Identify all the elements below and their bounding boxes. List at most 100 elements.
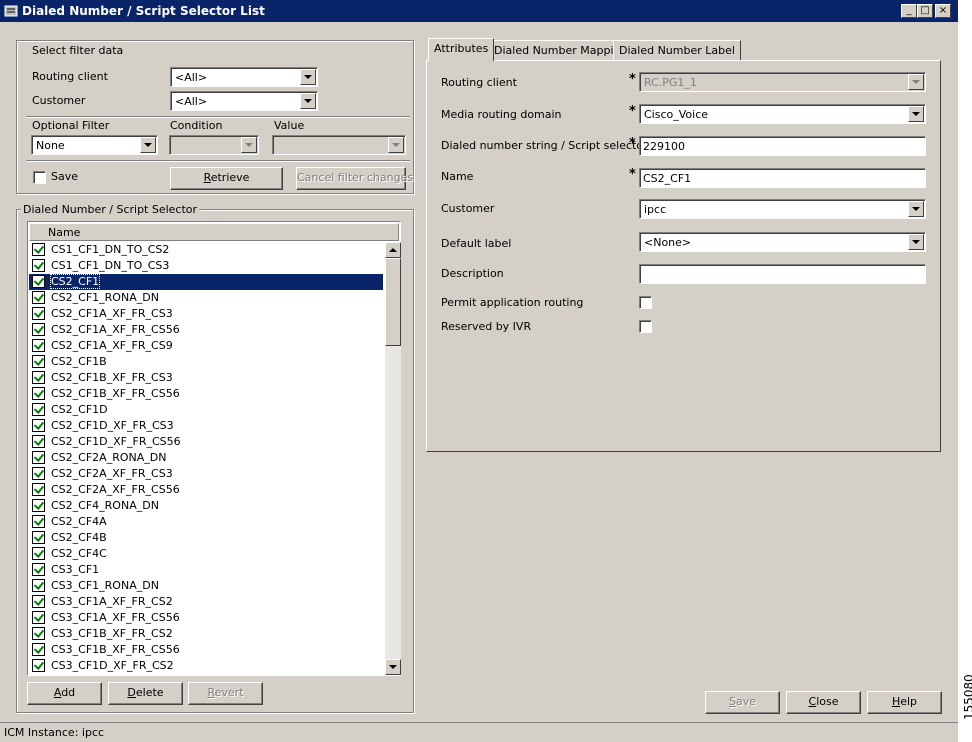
list-item[interactable]: CS2_CF4A: [29, 514, 383, 530]
required-marker: *: [629, 136, 636, 151]
tab-attributes[interactable]: Attributes: [428, 38, 495, 61]
filter-routing-client-select[interactable]: <All>: [170, 67, 318, 87]
close-window-button[interactable]: ×: [935, 4, 951, 18]
list-item-name: CS2_CF2A_XF_FR_CS3: [51, 467, 173, 480]
retrieve-button[interactable]: Retrieve: [170, 167, 283, 190]
list-item[interactable]: CS2_CF1: [29, 274, 383, 290]
list-item-name: CS2_CF1A_XF_FR_CS56: [51, 323, 180, 336]
attr-reserved-ivr-checkbox[interactable]: [639, 320, 652, 333]
attr-default-label-value: <None>: [644, 236, 692, 249]
list-item[interactable]: CS2_CF1A_XF_FR_CS9: [29, 338, 383, 354]
attr-default-label-select[interactable]: <None>: [639, 232, 926, 252]
attr-permit-routing-label: Permit application routing: [441, 296, 584, 309]
attr-dialed-number-value: 229100: [643, 140, 685, 153]
help-button[interactable]: Help: [867, 691, 942, 714]
chevron-down-icon[interactable]: [908, 201, 924, 217]
checkmark-icon: [32, 515, 45, 528]
checkmark-icon: [32, 579, 45, 592]
scroll-thumb[interactable]: [385, 258, 401, 346]
checkmark-icon: [32, 419, 45, 432]
tab-attributes-label: Attributes: [434, 42, 489, 55]
list-item[interactable]: CS3_CF1A_XF_FR_CS56: [29, 610, 383, 626]
minimize-button[interactable]: _: [901, 4, 917, 18]
list-item[interactable]: CS2_CF1D_XF_FR_CS3: [29, 418, 383, 434]
list-item[interactable]: CS2_CF2A_XF_FR_CS56: [29, 482, 383, 498]
attr-permit-routing-checkbox[interactable]: [639, 296, 652, 309]
attr-description-input[interactable]: [639, 264, 926, 284]
filter-routing-client-label: Routing client: [32, 70, 108, 83]
list-item[interactable]: CS3_CF1_RONA_DN: [29, 578, 383, 594]
list-item[interactable]: CS3_CF1B_XF_FR_CS2: [29, 626, 383, 642]
revert-button[interactable]: Revert: [188, 682, 263, 705]
checkmark-icon: [32, 307, 45, 320]
list-item-name: CS2_CF1B: [51, 355, 107, 368]
list-item[interactable]: CS2_CF1A_XF_FR_CS3: [29, 306, 383, 322]
attr-customer-select[interactable]: ipcc: [639, 199, 926, 219]
save-filter-checkbox[interactable]: [33, 171, 46, 184]
tab-dialed-number-mapping[interactable]: Dialed Number Mapping: [488, 40, 634, 60]
tab-dialed-number-label[interactable]: Dialed Number Label: [613, 40, 741, 60]
list-item[interactable]: CS2_CF1B_XF_FR_CS3: [29, 370, 383, 386]
attr-dialed-number-input[interactable]: 229100: [639, 136, 926, 156]
list-item[interactable]: CS1_CF1_DN_TO_CS3: [29, 258, 383, 274]
value-select[interactable]: [272, 135, 406, 155]
scroll-down-icon[interactable]: [385, 659, 401, 675]
tab-label-label: Dialed Number Label: [619, 44, 735, 57]
delete-button[interactable]: Delete: [108, 682, 183, 705]
app-icon: [4, 5, 18, 17]
list-item-name: CS2_CF1D_XF_FR_CS56: [51, 435, 181, 448]
attr-routing-client-select[interactable]: RC.PG1_1: [639, 72, 926, 92]
attr-name-input[interactable]: CS2_CF1: [639, 168, 926, 188]
selector-list[interactable]: Name CS1_CF1_DN_TO_CS2 CS1_CF1_DN_TO_CS3 C…: [27, 221, 401, 676]
list-item-name: CS2_CF4A: [51, 515, 107, 528]
list-item[interactable]: CS1_CF1_DN_TO_CS2: [29, 242, 383, 258]
list-item[interactable]: CS2_CF2A_RONA_DN: [29, 450, 383, 466]
list-item[interactable]: CS3_CF1B_XF_FR_CS56: [29, 642, 383, 658]
list-item[interactable]: CS3_CF1D_XF_FR_CS2: [29, 658, 383, 674]
list-item[interactable]: CS2_CF4B: [29, 530, 383, 546]
add-button[interactable]: Add: [27, 682, 102, 705]
list-item[interactable]: CS2_CF4_RONA_DN: [29, 498, 383, 514]
optional-filter-select[interactable]: None: [31, 135, 158, 155]
save-button[interactable]: Save: [705, 691, 780, 714]
chevron-down-icon[interactable]: [908, 234, 924, 250]
column-header-name: Name: [48, 226, 81, 239]
chevron-down-icon[interactable]: [300, 69, 316, 85]
list-item[interactable]: CS2_CF1_RONA_DN: [29, 290, 383, 306]
list-item-name: CS2_CF2A_RONA_DN: [51, 451, 167, 464]
list-column-header[interactable]: Name: [29, 223, 399, 241]
filter-customer-select[interactable]: <All>: [170, 91, 318, 111]
chevron-down-icon[interactable]: [908, 106, 924, 122]
list-item[interactable]: CS2_CF1B: [29, 354, 383, 370]
list-item-name: CS2_CF1A_XF_FR_CS3: [51, 307, 173, 320]
list-item-name: CS2_CF4_RONA_DN: [51, 499, 159, 512]
delete-mnemonic: D: [127, 686, 136, 699]
maximize-button[interactable]: □: [917, 4, 933, 18]
list-item[interactable]: CS2_CF4C: [29, 546, 383, 562]
checkmark-icon: [32, 259, 45, 272]
retrieve-label: etrieve: [210, 171, 250, 184]
required-marker: *: [629, 104, 636, 119]
chevron-down-icon[interactable]: [300, 93, 316, 109]
list-item[interactable]: CS3_CF1: [29, 562, 383, 578]
status-bar: ICM Instance: ipcc: [0, 722, 958, 742]
chevron-down-icon[interactable]: [140, 137, 156, 153]
list-item[interactable]: CS2_CF1B_XF_FR_CS56: [29, 386, 383, 402]
close-button[interactable]: Close: [786, 691, 861, 714]
filter-group-label: Select filter data: [30, 44, 126, 57]
list-scrollbar[interactable]: [385, 242, 401, 675]
checkmark-icon: [32, 611, 45, 624]
scroll-up-icon[interactable]: [385, 242, 401, 258]
list-group-label: Dialed Number / Script Selector: [21, 203, 200, 216]
title-bar[interactable]: Dialed Number / Script Selector List _ □…: [0, 0, 958, 22]
list-item[interactable]: CS2_CF1D: [29, 402, 383, 418]
list-item[interactable]: CS3_CF1A_XF_FR_CS2: [29, 594, 383, 610]
checkmark-icon: [32, 595, 45, 608]
list-item[interactable]: CS2_CF2A_XF_FR_CS3: [29, 466, 383, 482]
attr-default-label-label: Default label: [441, 237, 512, 250]
cancel-filter-changes-button[interactable]: Cancel filter changes: [296, 167, 413, 190]
attr-media-routing-domain-select[interactable]: Cisco_Voice: [639, 104, 926, 124]
list-item[interactable]: CS2_CF1D_XF_FR_CS56: [29, 434, 383, 450]
list-item[interactable]: CS2_CF1A_XF_FR_CS56: [29, 322, 383, 338]
condition-select[interactable]: [169, 135, 259, 155]
